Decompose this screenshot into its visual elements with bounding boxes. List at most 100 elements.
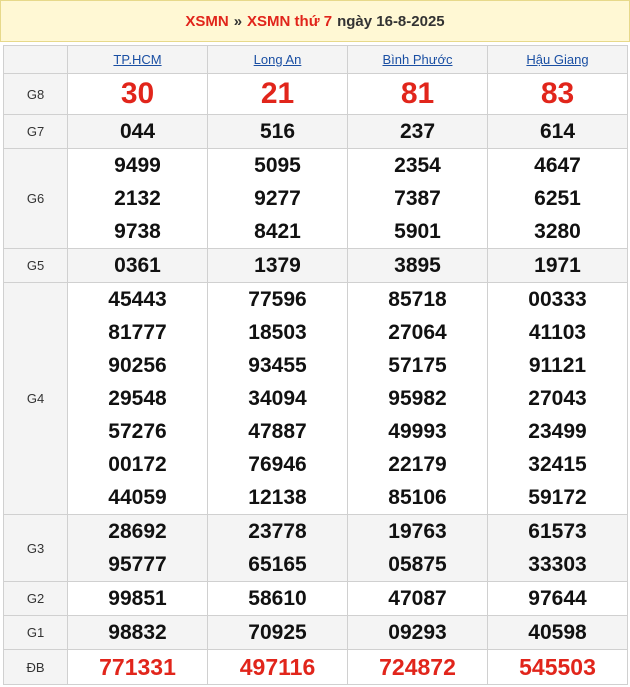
result-number: 545503: [519, 654, 596, 680]
result-number: 771331: [99, 654, 176, 680]
result-cell: 3895: [347, 248, 488, 283]
result-number: 8421: [254, 220, 301, 243]
prize-label: ĐB: [3, 649, 68, 685]
prize-label: G7: [3, 114, 68, 149]
result-cell: 99851: [67, 581, 208, 616]
result-number: 77596: [248, 288, 307, 311]
result-cell: 724872: [347, 649, 488, 685]
result-cell: 70925: [207, 615, 348, 650]
result-number: 1379: [254, 254, 301, 277]
province-header: Bình Phước: [347, 45, 488, 74]
result-number: 22179: [388, 453, 447, 476]
result-cell: 1971: [487, 248, 628, 283]
result-number: 5095: [254, 154, 301, 177]
prize-row-g6: G6 9499 2132 9738 5095 9277 8421 2354 7387 5901 46…: [3, 148, 628, 249]
page-header: XSMN » XSMN thứ 7 ngày 16-8-2025: [0, 0, 630, 42]
province-link-hau-giang[interactable]: Hậu Giang: [526, 52, 588, 67]
prize-row-g5: G5 0361 1379 3895 1971: [3, 248, 628, 283]
result-number: 9499: [114, 154, 161, 177]
result-number: 85718: [388, 288, 447, 311]
result-cell: 19763 05875: [347, 514, 488, 582]
result-number: 65165: [248, 553, 307, 576]
result-number: 70925: [248, 621, 307, 644]
result-cell: 61573 33303: [487, 514, 628, 582]
result-cell: 47087: [347, 581, 488, 616]
result-number: 83: [540, 77, 575, 110]
result-number: 516: [259, 120, 296, 143]
province-link-binh-phuoc[interactable]: Bình Phước: [383, 52, 453, 67]
result-cell: 85718 27064 57175 95982 49993 22179 85106: [347, 282, 488, 515]
result-number: 59172: [528, 486, 587, 509]
result-number: 90256: [108, 354, 167, 377]
result-number: 33303: [528, 553, 587, 576]
result-number: 724872: [379, 654, 456, 680]
result-number: 3895: [394, 254, 441, 277]
result-cell: 81: [347, 73, 488, 115]
prize-label: G1: [3, 615, 68, 650]
result-number: 00172: [108, 453, 167, 476]
results-page: XSMN » XSMN thứ 7 ngày 16-8-2025 TP.HCM …: [0, 0, 630, 687]
result-cell: 30: [67, 73, 208, 115]
result-cell: 09293: [347, 615, 488, 650]
result-number: 47087: [388, 587, 447, 610]
result-cell: 2354 7387 5901: [347, 148, 488, 249]
prize-row-g8: G8 30 21 81 83: [3, 73, 628, 115]
result-cell: 545503: [487, 649, 628, 685]
result-number: 497116: [239, 654, 316, 680]
result-cell: 9499 2132 9738: [67, 148, 208, 249]
result-number: 21: [260, 77, 295, 110]
result-number: 91121: [528, 354, 587, 377]
result-number: 5901: [394, 220, 441, 243]
result-number: 61573: [528, 520, 587, 543]
draw-date: ngày 16-8-2025: [337, 12, 445, 30]
result-number: 34094: [248, 387, 307, 410]
result-number: 27043: [528, 387, 587, 410]
result-number: 95777: [108, 553, 167, 576]
result-number: 81: [400, 77, 435, 110]
result-number: 29548: [108, 387, 167, 410]
result-number: 97644: [528, 587, 587, 610]
result-number: 18503: [248, 321, 307, 344]
result-cell: 97644: [487, 581, 628, 616]
result-cell: 21: [207, 73, 348, 115]
result-number: 7387: [394, 187, 441, 210]
result-number: 98832: [108, 621, 167, 644]
prize-row-g2: G2 99851 58610 47087 97644: [3, 581, 628, 616]
prize-row-g4: G4 45443 81777 90256 29548 57276 00172 44059 775…: [3, 282, 628, 515]
result-number: 47887: [248, 420, 307, 443]
result-number: 1971: [534, 254, 581, 277]
result-number: 30: [120, 77, 155, 110]
result-number: 45443: [108, 288, 167, 311]
province-header: TP.HCM: [67, 45, 208, 74]
province-link-tphcm[interactable]: TP.HCM: [113, 52, 161, 67]
result-number: 12138: [248, 486, 307, 509]
result-cell: 4647 6251 3280: [487, 148, 628, 249]
result-cell: 1379: [207, 248, 348, 283]
result-number: 57175: [388, 354, 447, 377]
result-cell: 614: [487, 114, 628, 149]
province-header: Hậu Giang: [487, 45, 628, 74]
prize-label: G2: [3, 581, 68, 616]
result-cell: 237: [347, 114, 488, 149]
result-cell: 044: [67, 114, 208, 149]
breadcrumb-separator: »: [233, 12, 243, 30]
result-number: 00333: [528, 288, 587, 311]
result-number: 9738: [114, 220, 161, 243]
result-number: 19763: [388, 520, 447, 543]
prize-label: G6: [3, 148, 68, 249]
prize-row-db: ĐB 771331 497116 724872 545503: [3, 649, 628, 685]
result-number: 23778: [248, 520, 307, 543]
result-cell: 23778 65165: [207, 514, 348, 582]
province-link-long-an[interactable]: Long An: [254, 52, 302, 67]
prize-label: G3: [3, 514, 68, 582]
result-number: 2354: [394, 154, 441, 177]
xsmn-link[interactable]: XSMN: [185, 13, 228, 30]
result-number: 81777: [108, 321, 167, 344]
prize-row-g7: G7 044 516 237 614: [3, 114, 628, 149]
result-cell: 0361: [67, 248, 208, 283]
province-header: Long An: [207, 45, 348, 74]
xsmn-thu7-link[interactable]: XSMN thứ 7: [247, 13, 332, 30]
result-number: 99851: [108, 587, 167, 610]
result-number: 95982: [388, 387, 447, 410]
result-cell: 45443 81777 90256 29548 57276 00172 44059: [67, 282, 208, 515]
